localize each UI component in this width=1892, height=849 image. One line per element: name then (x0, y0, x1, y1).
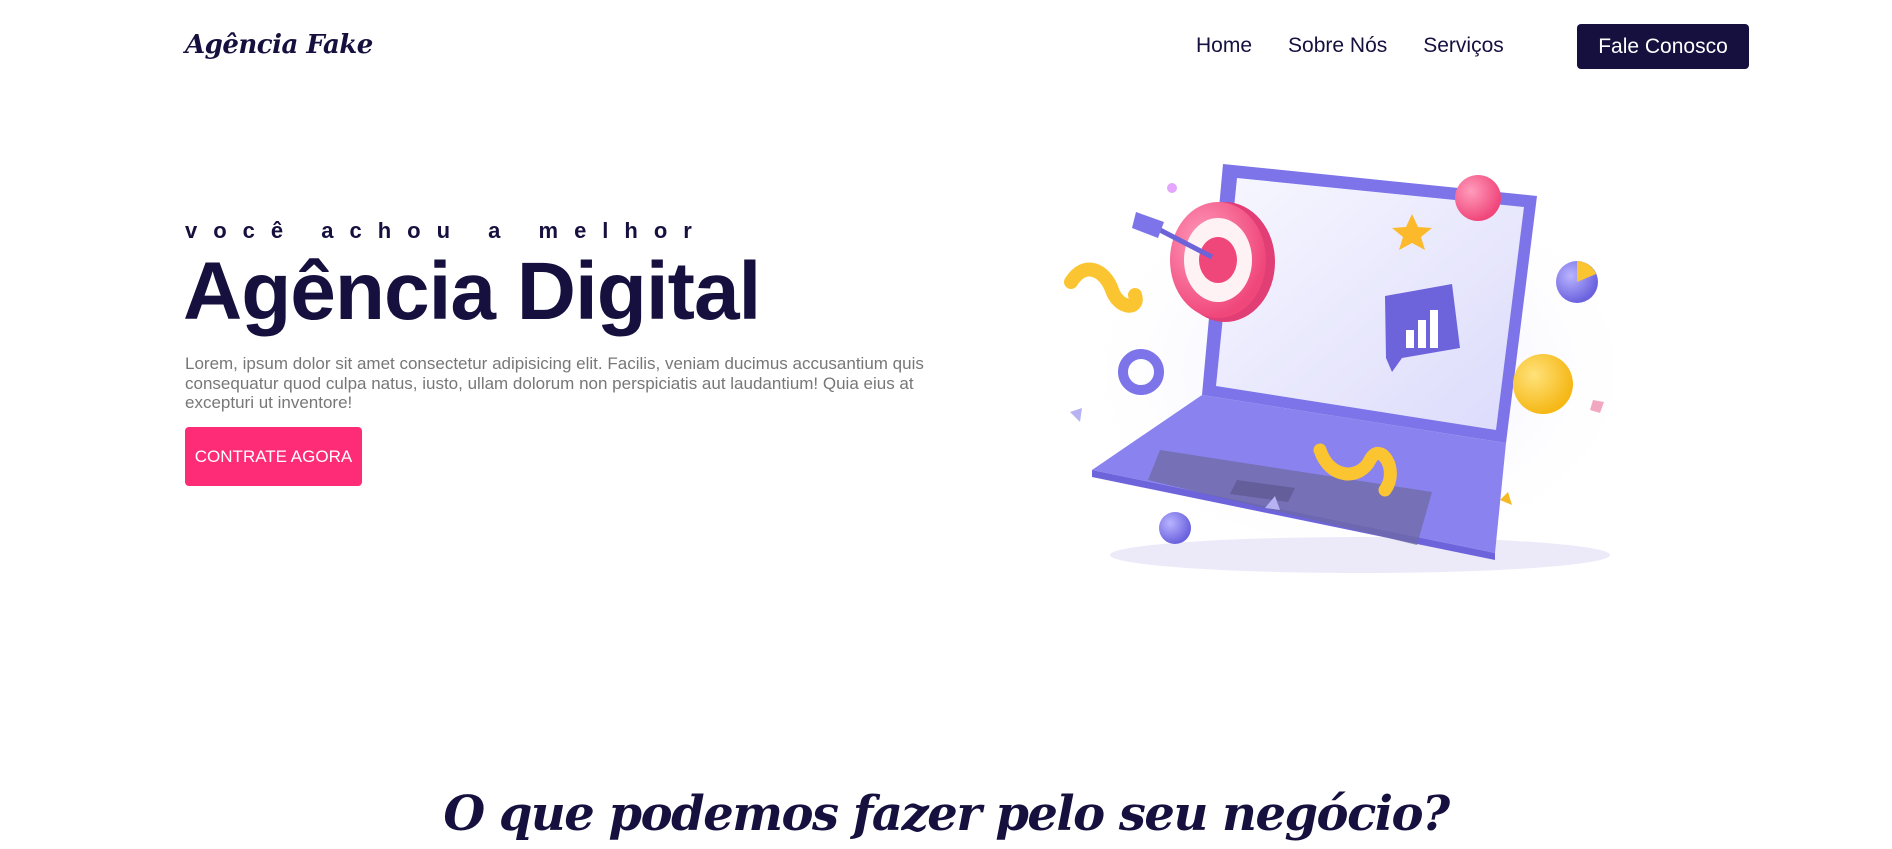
hero-tagline: você achou a melhor (185, 218, 708, 243)
nav-servicos[interactable]: Serviços (1423, 34, 1504, 58)
nav-sobre-nos[interactable]: Sobre Nós (1288, 34, 1387, 58)
hero-title: Agência Digital (183, 246, 761, 337)
fale-conosco-button[interactable]: Fale Conosco (1577, 24, 1749, 69)
brand-logo[interactable]: Agência Fake (185, 30, 373, 60)
main-nav: Home Sobre Nós Serviços (1196, 34, 1504, 58)
contrate-agora-button[interactable]: CONTRATE AGORA (185, 427, 362, 486)
laptop-marketing-illustration (1064, 164, 1640, 573)
section-title: O que podemos fazer pelo seu negócio? (443, 786, 1450, 842)
nav-home[interactable]: Home (1196, 34, 1252, 58)
site-header: Agência Fake Home Sobre Nós Serviços Fal… (0, 0, 1892, 92)
hero-description: Lorem, ipsum dolor sit amet consectetur … (185, 354, 924, 412)
